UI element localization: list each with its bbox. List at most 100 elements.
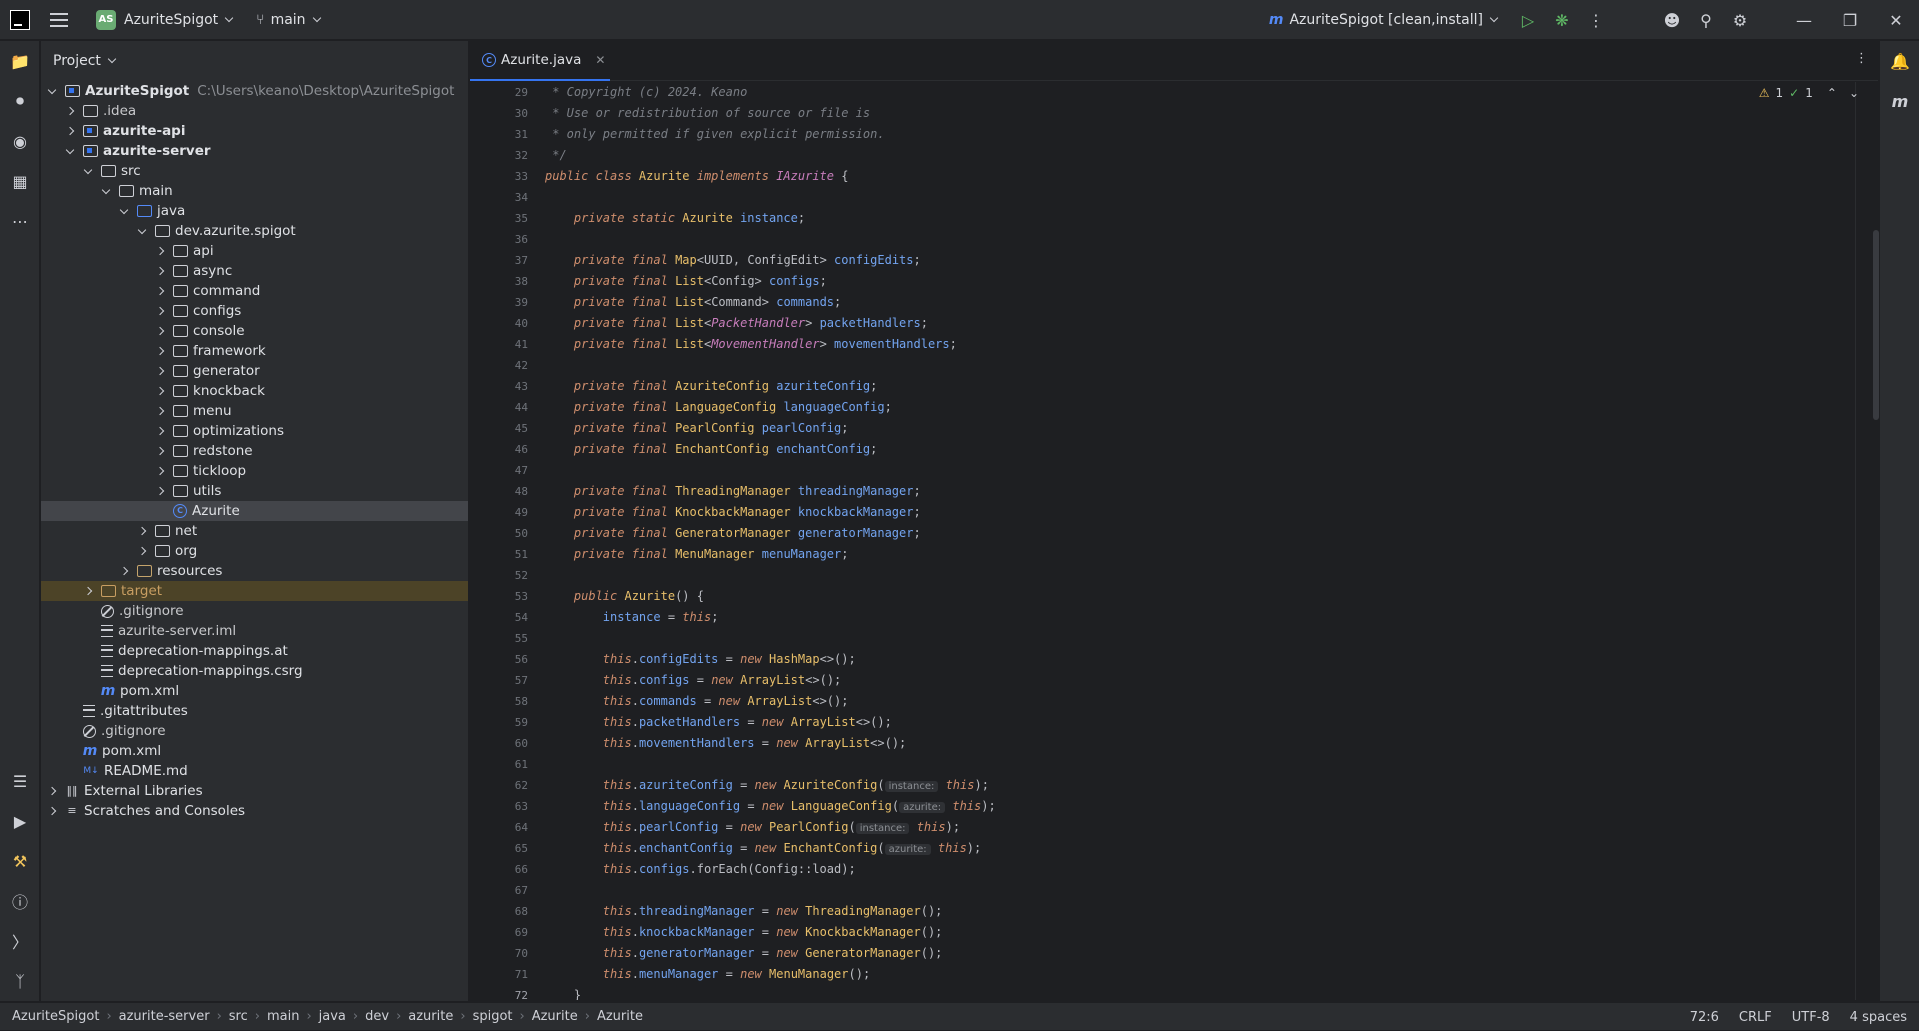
close-icon[interactable]: ✕ xyxy=(1873,3,1919,37)
code-line[interactable]: this.configEdits = new HashMap<>(); xyxy=(545,649,1845,670)
chevron-right-icon[interactable] xyxy=(47,786,57,796)
chevron-right-icon[interactable] xyxy=(65,126,75,136)
chevron-right-icon[interactable] xyxy=(155,366,165,376)
terminal-icon[interactable]: 〉 xyxy=(0,921,40,961)
tree-item[interactable]: .gitattributes xyxy=(41,701,468,721)
app-logo-icon[interactable] xyxy=(10,9,30,30)
tab-options-icon[interactable]: ⋮ xyxy=(1855,51,1868,66)
code-line[interactable]: this.azuriteConfig = new AzuriteConfig(i… xyxy=(545,775,1845,796)
services-icon[interactable]: ▶ xyxy=(0,801,40,841)
tree-item[interactable]: .gitignore xyxy=(41,721,468,741)
notifications-icon[interactable]: 🔔 xyxy=(1880,41,1919,81)
code-line[interactable]: * Use or redistribution of source or fil… xyxy=(545,103,1845,124)
chevron-up-icon[interactable]: ⌃ xyxy=(1827,86,1837,100)
chevron-right-icon[interactable] xyxy=(137,526,147,536)
tree-item[interactable]: framework xyxy=(41,341,468,361)
tree-item[interactable]: deprecation-mappings.csrg xyxy=(41,661,468,681)
code-line[interactable] xyxy=(545,565,1845,586)
chevron-right-icon[interactable] xyxy=(65,106,75,116)
tree-item[interactable]: java xyxy=(41,201,468,221)
chevron-right-icon[interactable] xyxy=(119,566,129,576)
breadcrumb-item[interactable]: AzuriteSpigot xyxy=(12,1009,99,1024)
code-line[interactable]: this.configs.forEach(Config::load); xyxy=(545,859,1845,880)
tree-item[interactable]: api xyxy=(41,241,468,261)
chevron-right-icon[interactable] xyxy=(155,346,165,356)
code-line[interactable]: private final AzuriteConfig azuriteConfi… xyxy=(545,376,1845,397)
project-badge[interactable]: AS xyxy=(96,9,116,30)
run-icon[interactable]: ▷ xyxy=(1511,3,1545,37)
tree-item[interactable]: generator xyxy=(41,361,468,381)
tree-item[interactable]: configs xyxy=(41,301,468,321)
breadcrumb-item[interactable]: Azurite xyxy=(532,1009,578,1024)
breadcrumb-item[interactable]: azurite-server xyxy=(119,1009,210,1024)
code-line[interactable]: this.packetHandlers = new ArrayList<>(); xyxy=(545,712,1845,733)
code-line[interactable] xyxy=(545,628,1845,649)
chevron-right-icon[interactable] xyxy=(155,286,165,296)
tree-item[interactable]: target xyxy=(41,581,468,601)
code-line[interactable]: this.generatorManager = new GeneratorMan… xyxy=(545,943,1845,964)
tree-item[interactable]: menu xyxy=(41,401,468,421)
tree-item[interactable]: dev.azurite.spigot xyxy=(41,221,468,241)
chevron-right-icon[interactable] xyxy=(155,446,165,456)
chevron-right-icon[interactable] xyxy=(155,266,165,276)
indent-setting[interactable]: 4 spaces xyxy=(1850,1010,1907,1025)
code-line[interactable]: private final Map<UUID, ConfigEdit> conf… xyxy=(545,250,1845,271)
git-icon[interactable]: ᛉ xyxy=(0,961,40,1001)
todo-icon[interactable]: ☰ xyxy=(0,761,40,801)
code-line[interactable]: private final ThreadingManager threading… xyxy=(545,481,1845,502)
restore-icon[interactable]: ❐ xyxy=(1827,3,1873,37)
chevron-right-icon[interactable] xyxy=(47,806,57,816)
code-line[interactable]: private final List<MovementHandler> move… xyxy=(545,334,1845,355)
code-line[interactable]: */ xyxy=(545,145,1845,166)
tree-item[interactable]: main xyxy=(41,181,468,201)
code-line[interactable]: this.threadingManager = new ThreadingMan… xyxy=(545,901,1845,922)
code-line[interactable] xyxy=(545,355,1845,376)
chevron-down-icon[interactable] xyxy=(65,146,75,156)
chevron-right-icon[interactable] xyxy=(155,386,165,396)
file-encoding[interactable]: UTF-8 xyxy=(1792,1010,1830,1025)
code-line[interactable]: private final LanguageConfig languageCon… xyxy=(545,397,1845,418)
build-icon[interactable]: ⚒ xyxy=(0,841,40,881)
problems-icon[interactable]: ⓘ xyxy=(0,881,40,921)
more-actions-icon[interactable]: ⋮ xyxy=(1579,3,1613,37)
structure-icon[interactable]: ▦ xyxy=(0,161,40,201)
code-line[interactable]: public class Azurite implements IAzurite… xyxy=(545,166,1845,187)
maven-tool-icon[interactable]: m xyxy=(1880,81,1919,121)
project-switcher[interactable]: AzuriteSpigot xyxy=(124,12,234,28)
commit-icon[interactable]: ⏺ xyxy=(0,81,40,121)
code-line[interactable]: * only permitted if given explicit permi… xyxy=(545,124,1845,145)
code-line[interactable]: this.menuManager = new MenuManager(); xyxy=(545,964,1845,985)
code-line[interactable]: private final List<Command> commands; xyxy=(545,292,1845,313)
tree-item[interactable]: C Azurite xyxy=(41,501,468,521)
breadcrumb-item[interactable]: azurite xyxy=(408,1009,453,1024)
code-line[interactable]: * Copyright (c) 2024. Keano xyxy=(545,82,1845,103)
breadcrumb-item[interactable]: src xyxy=(229,1009,248,1024)
tree-item[interactable]: utils xyxy=(41,481,468,501)
code-line[interactable]: private final PearlConfig pearlConfig; xyxy=(545,418,1845,439)
tree-item[interactable]: console xyxy=(41,321,468,341)
main-menu-icon[interactable] xyxy=(50,12,68,27)
code-line[interactable] xyxy=(545,229,1845,250)
tree-item[interactable]: optimizations xyxy=(41,421,468,441)
inspection-widget[interactable]: ⚠ 1 ✓ 1 ⌃ ⌄ xyxy=(1759,86,1859,100)
add-user-icon[interactable]: ☻ xyxy=(1655,3,1689,37)
tree-item[interactable]: .idea xyxy=(41,101,468,121)
tree-item[interactable]: m pom.xml xyxy=(41,741,468,761)
line-separator[interactable]: CRLF xyxy=(1739,1010,1772,1025)
tree-item[interactable]: net xyxy=(41,521,468,541)
tree-item[interactable]: resources xyxy=(41,561,468,581)
code-line[interactable]: this.configs = new ArrayList<>(); xyxy=(545,670,1845,691)
tree-item[interactable]: .gitignore xyxy=(41,601,468,621)
breadcrumb-item[interactable]: main xyxy=(267,1009,299,1024)
chevron-right-icon[interactable] xyxy=(155,426,165,436)
chevron-down-icon[interactable] xyxy=(119,206,129,216)
chevron-right-icon[interactable] xyxy=(155,326,165,336)
chevron-right-icon[interactable] xyxy=(137,546,147,556)
code-line[interactable] xyxy=(545,754,1845,775)
breadcrumb-item[interactable]: spigot xyxy=(473,1009,513,1024)
branch-switcher[interactable]: ⑂ main xyxy=(256,12,321,28)
breadcrumb-item[interactable]: Azurite xyxy=(597,1009,643,1024)
tree-item[interactable]: tickloop xyxy=(41,461,468,481)
editor-scrollbar[interactable] xyxy=(1873,230,1879,420)
chevron-right-icon[interactable] xyxy=(155,306,165,316)
